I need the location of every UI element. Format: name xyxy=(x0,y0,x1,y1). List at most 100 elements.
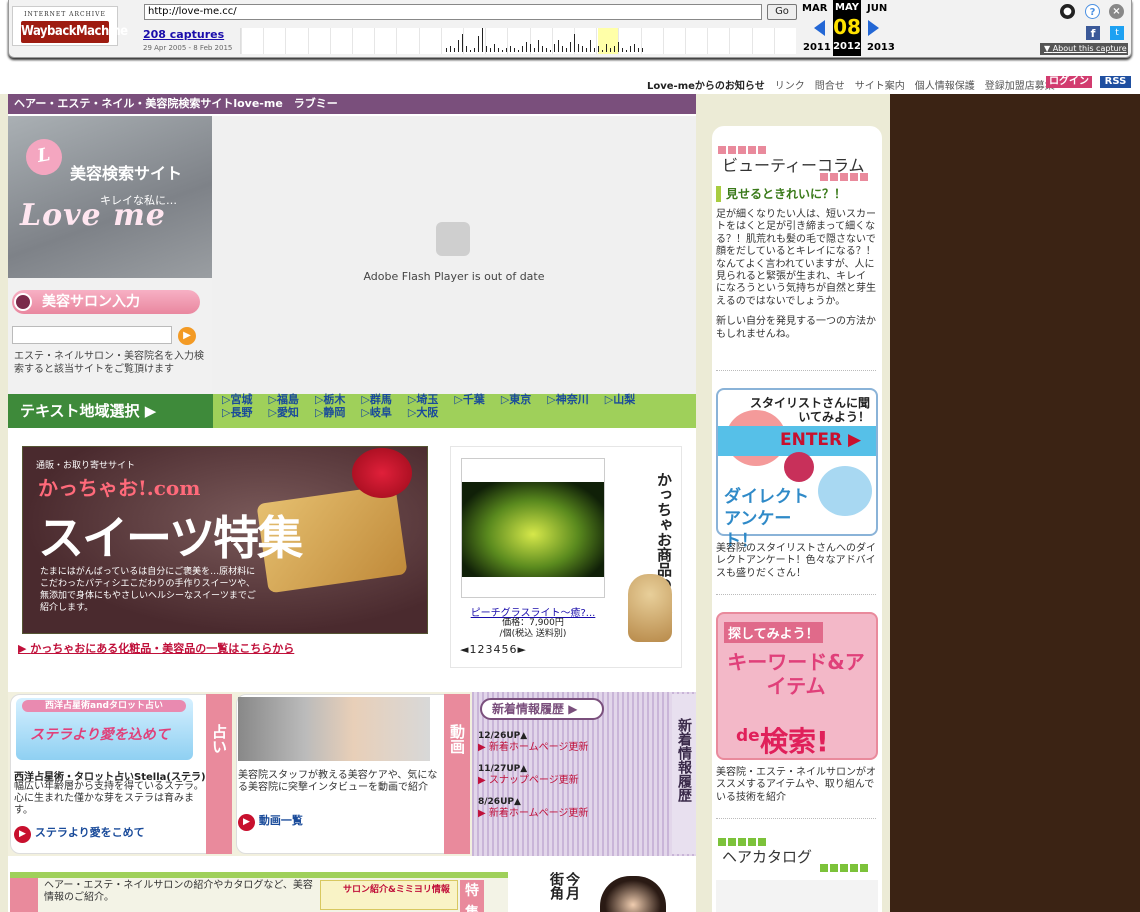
area-link[interactable]: ▷岐阜 xyxy=(361,406,399,419)
news-header[interactable]: 新着情報履歴 ▶ xyxy=(480,698,604,720)
fortune-tab[interactable]: 占い xyxy=(206,694,232,854)
capture-sparkline[interactable] xyxy=(240,28,796,54)
news-item-link[interactable]: ▶ 新着ホームページ更新 xyxy=(478,808,668,820)
salon-search-go-button[interactable]: ▶ xyxy=(178,327,196,345)
year-current: 2012 xyxy=(833,41,861,52)
about-capture-link[interactable]: ▼ About this capture xyxy=(1040,43,1128,55)
sparkline-year-column xyxy=(751,28,753,54)
prev-capture-arrow-icon[interactable] xyxy=(814,20,825,36)
area-link[interactable]: ▷大阪 xyxy=(408,406,446,419)
toplink-item[interactable]: 個人情報保護 xyxy=(915,81,975,92)
area-link[interactable]: ▷長野 xyxy=(222,406,260,419)
area-link[interactable]: ▷神奈川 xyxy=(547,393,596,406)
product-price-value: 価格：7,900円 xyxy=(502,618,564,628)
area-link-label: 東京 xyxy=(509,393,532,406)
month-next[interactable]: JUN xyxy=(867,3,887,14)
salon-intro-tag[interactable]: サロン紹介&ミミヨリ情報 xyxy=(320,880,458,910)
sparkline-bar xyxy=(642,48,643,52)
hero-logo-text: Love me xyxy=(20,198,166,233)
product-pager[interactable]: ◄123456► xyxy=(460,643,527,656)
area-link-label: 埼玉 xyxy=(416,393,439,406)
cosmetics-list-link[interactable]: ▶ かっちゃおにある化粧品・美容品の一覧はこちらから xyxy=(18,640,294,656)
area-link[interactable]: ▷山梨 xyxy=(605,393,643,406)
sparkline-bar xyxy=(446,48,447,52)
cosmetics-list-label: かっちゃおにある化粧品・美容品の一覧はこちらから xyxy=(30,642,295,655)
year-prev[interactable]: 2011 xyxy=(803,42,831,53)
help-icon[interactable]: ? xyxy=(1085,4,1100,19)
beauty-column-paragraph: 足が細くなりたい人は、短いスカートをはくと足が引き締まって細くなる？！肌荒れも髪… xyxy=(716,209,876,307)
day-current: 08 xyxy=(833,15,861,39)
twitter-icon[interactable]: t xyxy=(1110,26,1124,40)
wayback-url-input[interactable]: http://love-me.cc/ xyxy=(144,4,762,20)
stylist-enter-button[interactable]: ENTER ▶ xyxy=(780,430,861,450)
sparkline-bar xyxy=(574,34,575,52)
sparkline-bar xyxy=(570,42,571,52)
logo-top-text: INTERNET ARCHIVE xyxy=(24,11,106,18)
keyword-banner-tagline: 探してみよう！ xyxy=(724,622,823,643)
salon-search-description: エステ・ネイルサロン・美容院名を入力検索すると該当サイトをご覧頂けます xyxy=(14,351,204,375)
area-link[interactable]: ▷千葉 xyxy=(454,393,492,406)
fortune-banner-subtitle: ステラより愛を込めて xyxy=(30,727,170,743)
toplink-item[interactable]: リンク xyxy=(775,81,805,92)
area-link-label: 群馬 xyxy=(369,393,392,406)
wayback-go-button[interactable]: Go xyxy=(767,4,797,20)
month-prev[interactable]: MAR xyxy=(802,3,827,14)
fortune-link[interactable]: ▶ ステラより愛をこめて xyxy=(14,824,145,843)
sparkline-year-column xyxy=(685,28,686,54)
page-side-background xyxy=(890,94,1140,912)
speech-bubble-icon xyxy=(784,452,814,482)
sparkline-year-column xyxy=(263,28,265,54)
sparkline-current-year xyxy=(598,28,618,54)
login-button[interactable]: ログイン xyxy=(1046,76,1092,88)
divider xyxy=(716,370,876,371)
stylist-banner-title: スタイリストさんに聞いてみよう！ xyxy=(749,396,870,424)
news-item-link[interactable]: ▶ スナップページ更新 xyxy=(478,775,668,787)
toplink-item[interactable]: サイト案内 xyxy=(855,81,905,92)
salon-search-input[interactable] xyxy=(12,326,172,344)
keyword-description: 美容院・エステ・ネイルサロンがオススメするアイテムや、取り組んでいる技術を紹介 xyxy=(716,767,876,803)
toplink-item[interactable]: 問合せ xyxy=(815,81,845,92)
sparkline-bar xyxy=(594,48,595,52)
arrow-circle-icon: ▶ xyxy=(238,814,255,831)
hair-catalog-box[interactable] xyxy=(716,880,878,912)
area-link[interactable]: ▷静岡 xyxy=(315,406,353,419)
area-select-text: テキスト地域選択 xyxy=(20,402,140,420)
wayback-logo[interactable]: INTERNET ARCHIVE WaybackMachine xyxy=(12,6,128,46)
area-link[interactable]: ▷栃木 xyxy=(315,393,353,406)
sparkline-bar xyxy=(474,48,475,52)
area-link[interactable]: ▷群馬 xyxy=(361,393,399,406)
video-list-link[interactable]: ▶ 動画一覧 xyxy=(238,812,303,831)
facebook-icon[interactable]: f xyxy=(1086,26,1100,40)
captures-link[interactable]: 208 captures xyxy=(143,28,224,41)
area-link[interactable]: ▷東京 xyxy=(501,393,539,406)
capture-range: 29 Apr 2005 - 8 Feb 2015 xyxy=(143,44,233,52)
next-capture-arrow-icon[interactable] xyxy=(868,20,879,36)
area-link[interactable]: ▷福島 xyxy=(268,393,306,406)
sparkline-year-column xyxy=(507,28,509,54)
feature-tab[interactable]: 特集 xyxy=(460,880,484,912)
beauty-column-subtitle[interactable]: 見せるときれいに？！ xyxy=(716,186,876,202)
salon-intro-marker xyxy=(10,878,38,912)
close-icon[interactable]: × xyxy=(1109,4,1124,19)
product-image[interactable] xyxy=(462,482,604,577)
column-decoration xyxy=(718,144,768,154)
area-link[interactable]: ▷埼玉 xyxy=(408,393,446,406)
area-link[interactable]: ▷宮城 xyxy=(222,393,260,406)
user-icon[interactable]: ● xyxy=(1060,4,1075,19)
rss-button[interactable]: RSS xyxy=(1100,76,1131,88)
product-name-link[interactable]: ピーチグラスライト～癒?... xyxy=(462,604,604,619)
year-next[interactable]: 2013 xyxy=(867,42,895,53)
toplink-item[interactable]: 登録加盟店募集 xyxy=(985,81,1055,92)
area-link-label: 長野 xyxy=(230,406,253,419)
sparkline-bar xyxy=(510,46,511,52)
news-item-link[interactable]: ▶ 新着ホームページ更新 xyxy=(478,742,668,754)
sparkline-year-column xyxy=(707,28,709,54)
area-select-label: テキスト地域選択 ▶ xyxy=(8,394,213,428)
toplink-news[interactable]: Love-meからのお知らせ xyxy=(647,81,765,92)
area-link[interactable]: ▷愛知 xyxy=(268,406,306,419)
news-item-label: 新着ホームページ更新 xyxy=(488,742,589,753)
news-list: 12/26UP▲ ▶ 新着ホームページ更新 11/27UP▲ ▶ スナップページ… xyxy=(478,730,668,829)
area-link-label: 栃木 xyxy=(323,393,346,406)
video-banner-image[interactable] xyxy=(238,697,430,761)
video-tab[interactable]: 動画 xyxy=(444,694,470,854)
